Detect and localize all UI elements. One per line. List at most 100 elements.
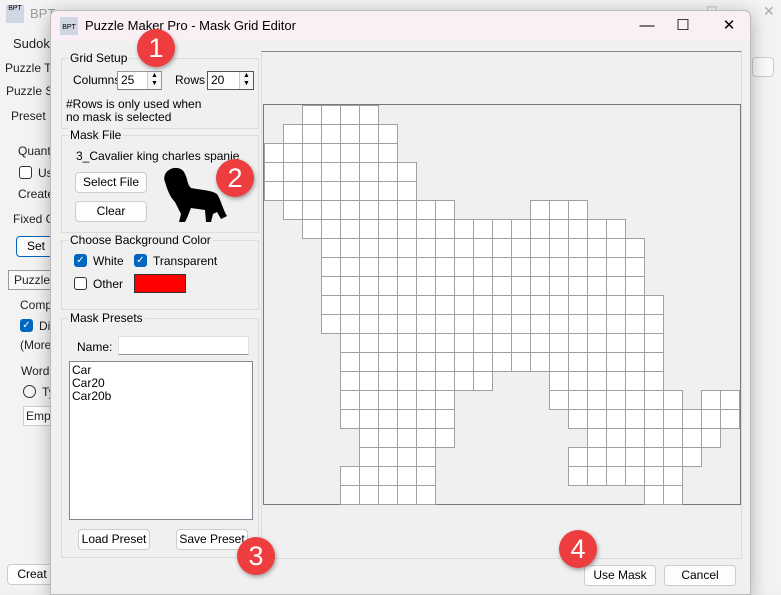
grid-cell[interactable]	[606, 276, 626, 296]
grid-cell[interactable]	[606, 219, 626, 239]
presets-listbox[interactable]: Car Car20 Car20b	[69, 361, 253, 520]
grid-cell[interactable]	[340, 485, 360, 505]
grid-cell[interactable]	[644, 428, 664, 448]
grid-cell[interactable]	[340, 333, 360, 353]
grid-cell[interactable]	[454, 276, 474, 296]
grid-cell[interactable]	[416, 257, 436, 277]
grid-cell[interactable]	[473, 276, 493, 296]
grid-cell[interactable]	[378, 371, 398, 391]
grid-cell[interactable]	[378, 314, 398, 334]
grid-cell[interactable]	[283, 124, 303, 144]
grid-cell[interactable]	[663, 466, 683, 486]
grid-cell[interactable]	[606, 238, 626, 258]
grid-cell[interactable]	[644, 390, 664, 410]
grid-cell[interactable]	[587, 314, 607, 334]
grid-cell[interactable]	[378, 143, 398, 163]
grid-cell[interactable]	[340, 219, 360, 239]
grid-cell[interactable]	[321, 143, 341, 163]
grid-cell[interactable]	[378, 238, 398, 258]
grid-cell[interactable]	[397, 181, 417, 201]
grid-cell[interactable]	[416, 295, 436, 315]
grid-cell[interactable]	[435, 238, 455, 258]
grid-cell[interactable]	[397, 371, 417, 391]
grid-cell[interactable]	[416, 200, 436, 220]
grid-cell[interactable]	[359, 105, 379, 125]
grid-cell[interactable]	[435, 219, 455, 239]
grid-cell[interactable]	[359, 428, 379, 448]
maximize-icon[interactable]: ☐	[663, 15, 703, 37]
grid-cell[interactable]	[264, 181, 284, 201]
grid-cell[interactable]	[492, 219, 512, 239]
grid-cell[interactable]	[283, 162, 303, 182]
grid-cell[interactable]	[625, 314, 645, 334]
save-preset-button[interactable]: Save Preset	[176, 529, 248, 550]
grid-cell[interactable]	[625, 390, 645, 410]
grid-cell[interactable]	[359, 181, 379, 201]
white-checkbox[interactable]: ✓	[74, 254, 87, 267]
grid-cell[interactable]	[416, 466, 436, 486]
grid-cell[interactable]	[625, 333, 645, 353]
grid-cell[interactable]	[549, 257, 569, 277]
grid-cell[interactable]	[435, 428, 455, 448]
load-preset-button[interactable]: Load Preset	[78, 529, 150, 550]
grid-cell[interactable]	[492, 257, 512, 277]
grid-cell[interactable]	[340, 276, 360, 296]
grid-cell[interactable]	[359, 352, 379, 372]
grid-cell[interactable]	[283, 200, 303, 220]
bg-input[interactable]	[752, 57, 774, 77]
grid-cell[interactable]	[340, 200, 360, 220]
bg-radio[interactable]	[23, 385, 36, 398]
grid-cell[interactable]	[397, 428, 417, 448]
grid-cell[interactable]	[549, 371, 569, 391]
grid-cell[interactable]	[359, 333, 379, 353]
grid-cell[interactable]	[587, 428, 607, 448]
grid-cell[interactable]	[663, 485, 683, 505]
grid-cell[interactable]	[283, 143, 303, 163]
grid-cell[interactable]	[454, 219, 474, 239]
transparent-checkbox[interactable]: ✓	[134, 254, 147, 267]
grid-cell[interactable]	[340, 352, 360, 372]
clear-button[interactable]: Clear	[75, 201, 147, 222]
grid-cell[interactable]	[416, 371, 436, 391]
grid-cell[interactable]	[378, 485, 398, 505]
grid-cell[interactable]	[511, 352, 531, 372]
grid-cell[interactable]	[682, 409, 702, 429]
minimize-icon[interactable]: —	[627, 15, 667, 37]
grid-cell[interactable]	[568, 238, 588, 258]
grid-cell[interactable]	[606, 466, 626, 486]
grid-cell[interactable]	[321, 124, 341, 144]
bg-checkbox[interactable]	[19, 166, 32, 179]
grid-cell[interactable]	[340, 314, 360, 334]
grid-cell[interactable]	[530, 257, 550, 277]
grid-cell[interactable]	[511, 295, 531, 315]
grid-cell[interactable]	[359, 295, 379, 315]
grid-cell[interactable]	[416, 333, 436, 353]
grid-cell[interactable]	[606, 333, 626, 353]
preset-list-item[interactable]: Car20b	[72, 390, 250, 403]
grid-cell[interactable]	[435, 333, 455, 353]
grid-cell[interactable]	[321, 314, 341, 334]
grid-cell[interactable]	[587, 238, 607, 258]
grid-cell[interactable]	[454, 295, 474, 315]
grid-cell[interactable]	[549, 238, 569, 258]
grid-cell[interactable]	[701, 428, 721, 448]
grid-cell[interactable]	[359, 200, 379, 220]
grid-cell[interactable]	[587, 257, 607, 277]
grid-cell[interactable]	[359, 124, 379, 144]
grid-cell[interactable]	[359, 257, 379, 277]
grid-cell[interactable]	[663, 447, 683, 467]
grid-cell[interactable]	[587, 219, 607, 239]
grid-cell[interactable]	[359, 219, 379, 239]
grid-cell[interactable]	[378, 257, 398, 277]
grid-cell[interactable]	[587, 295, 607, 315]
grid-cell[interactable]	[378, 295, 398, 315]
grid-cell[interactable]	[359, 143, 379, 163]
grid-cell[interactable]	[397, 333, 417, 353]
grid-cell[interactable]	[682, 428, 702, 448]
grid-cell[interactable]	[568, 409, 588, 429]
grid-cell[interactable]	[340, 105, 360, 125]
grid-cell[interactable]	[454, 238, 474, 258]
grid-cell[interactable]	[473, 333, 493, 353]
grid-cell[interactable]	[378, 390, 398, 410]
grid-cell[interactable]	[625, 447, 645, 467]
